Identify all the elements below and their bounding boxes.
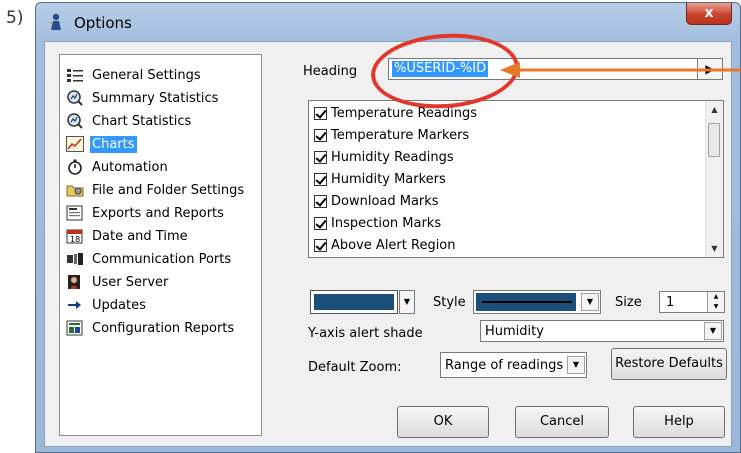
- app-person-icon: [49, 13, 61, 30]
- style-selected-swatch: [476, 293, 576, 311]
- tree-item-charts[interactable]: Charts: [66, 134, 137, 154]
- tree-item-communication-ports[interactable]: Communication Ports: [66, 249, 233, 269]
- y-axis-alert-label: Y-axis alert shade: [308, 326, 423, 341]
- stopwatch-icon: [68, 159, 82, 175]
- default-zoom-value: Range of readings: [445, 358, 564, 373]
- tree-item-label: Communication Ports: [92, 251, 232, 267]
- chevron-down-icon[interactable]: ▼: [581, 293, 599, 311]
- tree-item-label: Configuration Reports: [92, 320, 235, 336]
- default-zoom-label: Default Zoom:: [308, 360, 402, 375]
- port-icon: [67, 253, 83, 265]
- color-dropdown-button[interactable]: ▼: [399, 290, 415, 314]
- step-number: 5): [6, 8, 24, 28]
- scroll-down-arrow-icon[interactable]: ▼: [706, 240, 723, 257]
- config-report-icon: [66, 320, 83, 336]
- y-axis-alert-value: Humidity: [485, 324, 544, 339]
- scroll-thumb[interactable]: [708, 123, 720, 157]
- checkbox[interactable]: [314, 106, 327, 120]
- tree-item-user-server[interactable]: User Server: [66, 272, 170, 292]
- restore-defaults-button[interactable]: Restore Defaults: [611, 348, 727, 380]
- tree-item-automation[interactable]: Automation: [66, 157, 170, 177]
- tree-item-general-settings[interactable]: General Settings: [66, 65, 203, 85]
- close-button[interactable]: x: [686, 3, 732, 25]
- list-item-label: Above Alert Region: [331, 237, 456, 253]
- list-item[interactable]: Above Alert Region: [314, 235, 456, 255]
- line-color-picker[interactable]: [310, 290, 398, 314]
- solid-line-sample: [482, 301, 572, 303]
- vertical-scrollbar[interactable]: ▲ ▼: [705, 101, 723, 257]
- tree-item-label: Chart Statistics: [92, 113, 192, 129]
- tree-item-file-and-folder-settings[interactable]: File and Folder Settings: [66, 180, 246, 200]
- folder-icon: [66, 185, 84, 197]
- checkbox[interactable]: [314, 128, 327, 142]
- magnifier-stats-icon: [67, 90, 83, 106]
- checkbox[interactable]: [314, 172, 327, 186]
- size-value: 1: [666, 295, 675, 310]
- tree-item-label: Exports and Reports: [92, 205, 224, 221]
- line-chart-icon: [66, 136, 84, 152]
- tree-item-summary-statistics[interactable]: Summary Statistics: [66, 88, 220, 108]
- options-category-tree[interactable]: General Settings Summary Statistics Char…: [59, 54, 262, 436]
- cancel-button[interactable]: Cancel: [515, 406, 609, 438]
- calendar-icon: 18: [66, 229, 83, 244]
- window-title: Options: [74, 14, 132, 32]
- heading-label: Heading: [303, 64, 358, 79]
- checkbox[interactable]: [314, 216, 327, 230]
- chevron-down-icon[interactable]: ▼: [704, 322, 722, 340]
- line-style-select[interactable]: ▼: [473, 290, 601, 314]
- magnifier-stats-icon: [67, 113, 83, 129]
- list-item-label: Inspection Marks: [331, 215, 442, 231]
- spinner-buttons[interactable]: ▲ ▼: [707, 292, 724, 312]
- tree-item-updates[interactable]: Updates: [66, 295, 148, 315]
- report-icon: [66, 205, 83, 221]
- arrow-right-icon: [68, 301, 81, 309]
- list-item[interactable]: Inspection Marks: [314, 213, 441, 233]
- spin-down-icon[interactable]: ▼: [708, 302, 724, 312]
- checkbox[interactable]: [314, 150, 327, 164]
- color-swatch: [314, 294, 394, 310]
- list-item-label: Temperature Readings: [331, 105, 478, 121]
- tree-item-label: General Settings: [92, 67, 201, 83]
- tree-item-configuration-reports[interactable]: Configuration Reports: [66, 318, 236, 338]
- y-axis-alert-select[interactable]: Humidity ▼: [480, 320, 724, 342]
- dialog-client-area: General Settings Summary Statistics Char…: [44, 28, 741, 447]
- ok-button[interactable]: OK: [397, 406, 489, 438]
- settings-list-icon: [67, 69, 83, 82]
- help-button[interactable]: Help: [633, 406, 725, 438]
- tree-item-date-and-time[interactable]: 18 Date and Time: [66, 226, 190, 246]
- list-item[interactable]: Temperature Markers: [314, 125, 469, 145]
- tree-item-label: User Server: [92, 274, 169, 290]
- tree-item-label: Summary Statistics: [92, 90, 219, 106]
- annotation-orange-arrow-icon: [500, 62, 741, 78]
- list-item[interactable]: Humidity Readings: [314, 147, 454, 167]
- list-item-label: Download Marks: [331, 193, 439, 209]
- list-item-label: Humidity Readings: [331, 149, 454, 165]
- tree-item-exports-and-reports[interactable]: Exports and Reports: [66, 203, 226, 223]
- tree-item-label: File and Folder Settings: [92, 182, 245, 198]
- tree-item-label: Automation: [92, 159, 168, 175]
- list-item[interactable]: Download Marks: [314, 191, 439, 211]
- chart-series-checklist[interactable]: Temperature Readings Temperature Markers…: [308, 100, 724, 258]
- user-server-icon: [68, 275, 80, 289]
- list-item-label: Temperature Markers: [331, 127, 470, 143]
- svg-text:18: 18: [70, 235, 80, 244]
- chevron-down-icon[interactable]: ▼: [567, 356, 585, 374]
- tree-item-label: Updates: [92, 297, 146, 313]
- size-label: Size: [615, 295, 642, 310]
- default-zoom-select[interactable]: Range of readings ▼: [440, 352, 587, 378]
- list-item[interactable]: Humidity Markers: [314, 169, 446, 189]
- checkbox[interactable]: [314, 238, 327, 252]
- list-item-label: Humidity Markers: [331, 171, 446, 187]
- style-label: Style: [433, 295, 466, 310]
- spin-up-icon[interactable]: ▲: [708, 292, 724, 302]
- chevron-down-icon: ▼: [403, 297, 411, 306]
- size-spinner[interactable]: 1 ▲ ▼: [659, 291, 725, 313]
- tree-item-label: Date and Time: [92, 228, 188, 244]
- scroll-up-arrow-icon[interactable]: ▲: [706, 101, 723, 118]
- tree-item-label: Charts: [90, 135, 137, 153]
- checkbox[interactable]: [314, 194, 327, 208]
- tree-item-chart-statistics[interactable]: Chart Statistics: [66, 111, 193, 131]
- title-bar[interactable]: Options x: [36, 3, 740, 41]
- options-dialog: Options x General Settings Summary Stati…: [35, 2, 741, 453]
